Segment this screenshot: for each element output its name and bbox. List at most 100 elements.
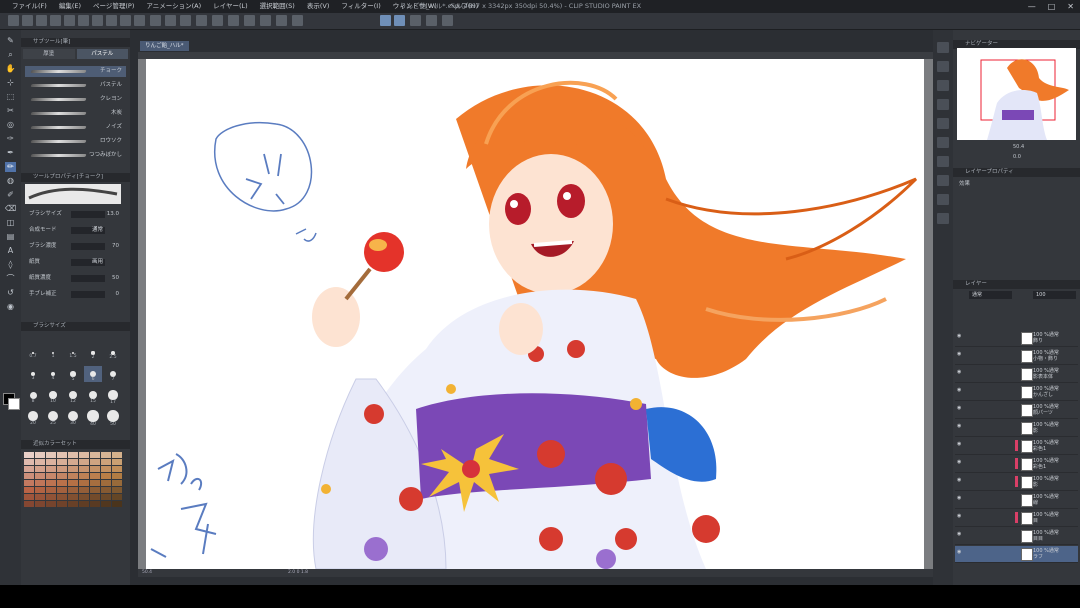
brush-item[interactable]: 木炭 — [25, 108, 126, 119]
tool-icon[interactable]: ◉ — [5, 302, 16, 312]
color-swatch[interactable] — [35, 494, 45, 500]
color-swatch[interactable] — [90, 473, 100, 479]
panel-icon[interactable] — [937, 118, 949, 129]
brush-size-option[interactable]: 17 — [104, 387, 122, 405]
panel-icon[interactable] — [937, 42, 949, 53]
color-swatch[interactable] — [57, 494, 67, 500]
color-swatch[interactable] — [35, 480, 45, 486]
layer-row[interactable]: ◉ 100 %通常 影表本体 — [955, 366, 1078, 383]
command-icon[interactable] — [106, 15, 117, 26]
brush-item[interactable]: つつみぼかし — [25, 150, 126, 161]
color-swatch[interactable] — [101, 494, 111, 500]
maximize-button[interactable]: □ — [1048, 0, 1056, 13]
brush-size-option[interactable]: 2 — [84, 345, 102, 361]
color-swatch[interactable] — [57, 501, 67, 507]
command-icon[interactable] — [165, 15, 176, 26]
command-icon[interactable] — [292, 15, 303, 26]
menu-item-1[interactable]: 編集(E) — [53, 0, 87, 13]
property-value[interactable] — [71, 291, 105, 298]
brush-size-option[interactable]: 1.5 — [64, 345, 82, 361]
color-swatch[interactable] — [57, 480, 67, 486]
tool-icon[interactable]: ⊹ — [5, 78, 16, 88]
brush-item[interactable]: パステル — [25, 80, 126, 91]
color-swatch[interactable] — [79, 466, 89, 472]
property-number[interactable]: 70 — [112, 242, 119, 251]
tool-icon[interactable]: ⌫ — [5, 204, 16, 214]
brush-size-option[interactable]: 40 — [84, 408, 102, 427]
tool-icon[interactable]: A — [5, 246, 16, 256]
command-icon[interactable] — [244, 15, 255, 26]
tool-icon[interactable]: ⌒ — [5, 274, 16, 284]
menu-item-2[interactable]: ページ管理(P) — [87, 0, 140, 13]
eye-icon[interactable]: ◉ — [957, 405, 962, 411]
menu-item-7[interactable]: フィルター(I) — [335, 0, 386, 13]
color-swatch[interactable] — [57, 452, 67, 458]
eye-icon[interactable]: ◉ — [957, 441, 962, 447]
layer-row[interactable]: ◉ 100 %通常 顔パーツ — [955, 402, 1078, 419]
document-tab[interactable]: りんご飴_ハル* — [140, 41, 189, 51]
color-swatch[interactable] — [46, 487, 56, 493]
color-swatch[interactable] — [112, 473, 122, 479]
panel-icon[interactable] — [937, 99, 949, 110]
color-swatch[interactable] — [90, 452, 100, 458]
zoom-readout[interactable]: 50.4 — [142, 569, 152, 577]
color-swatch[interactable] — [57, 466, 67, 472]
color-swatch[interactable] — [68, 452, 78, 458]
color-swatch[interactable] — [46, 459, 56, 465]
brush-size-option[interactable]: 7 — [104, 366, 122, 382]
color-swatch[interactable] — [46, 466, 56, 472]
command-icon[interactable] — [64, 15, 75, 26]
brush-size-option[interactable]: 4 — [44, 366, 62, 382]
command-icon[interactable] — [410, 15, 421, 26]
command-icon[interactable] — [36, 15, 47, 26]
color-swatch[interactable] — [68, 473, 78, 479]
property-value[interactable]: 通常 — [71, 227, 105, 234]
tool-icon[interactable]: ◎ — [5, 120, 16, 130]
color-swatch[interactable] — [24, 480, 34, 486]
color-swatch[interactable] — [35, 501, 45, 507]
color-swatch[interactable] — [57, 473, 67, 479]
layer-row[interactable]: ◉ 100 %通常 影 — [955, 420, 1078, 437]
tab-pastel[interactable]: パステル — [76, 49, 128, 59]
color-swatch[interactable] — [24, 473, 34, 479]
color-swatch[interactable] — [90, 466, 100, 472]
color-swatch[interactable] — [57, 487, 67, 493]
color-swatch[interactable] — [35, 473, 45, 479]
layer-row[interactable]: ◉ 100 %通常 目 — [955, 510, 1078, 527]
brush-size-option[interactable]: 10 — [44, 387, 62, 404]
layer-row[interactable]: ◉ 100 %通常 かんざし — [955, 384, 1078, 401]
tool-icon[interactable]: ✋ — [5, 64, 16, 74]
eye-icon[interactable]: ◉ — [957, 459, 962, 465]
color-swatch[interactable] — [79, 501, 89, 507]
tool-icon[interactable]: ▤ — [5, 232, 16, 242]
brush-item[interactable]: ノイズ — [25, 122, 126, 133]
property-number[interactable]: 0 — [116, 290, 120, 299]
color-swatch[interactable] — [90, 480, 100, 486]
panel-icon[interactable] — [937, 213, 949, 224]
brush-size-option[interactable]: 15 — [84, 387, 102, 404]
color-swatch[interactable] — [79, 494, 89, 500]
layer-row[interactable]: ◉ 100 %通常 小物・飾り — [955, 348, 1078, 365]
command-icon[interactable] — [78, 15, 89, 26]
command-icon[interactable] — [212, 15, 223, 26]
color-swatch[interactable] — [46, 452, 56, 458]
layer-row[interactable]: ◉ 100 %通常 線 — [955, 492, 1078, 509]
color-swatch[interactable] — [35, 466, 45, 472]
color-swatch[interactable] — [46, 501, 56, 507]
canvas-area[interactable] — [138, 59, 933, 569]
menu-item-5[interactable]: 選択範囲(S) — [254, 0, 301, 13]
tool-icon[interactable]: ✏ — [5, 162, 16, 172]
brush-size-option[interactable]: 25 — [44, 408, 62, 426]
brush-item[interactable]: チョーク — [25, 66, 126, 77]
eye-icon[interactable]: ◉ — [957, 333, 962, 339]
command-icon[interactable] — [134, 15, 145, 26]
color-swatch[interactable] — [101, 501, 111, 507]
color-swatch[interactable] — [101, 487, 111, 493]
tool-icon[interactable]: ✒ — [5, 148, 16, 158]
color-swatch[interactable] — [101, 480, 111, 486]
command-icon[interactable] — [426, 15, 437, 26]
brush-item[interactable]: クレヨン — [25, 94, 126, 105]
opacity-field[interactable]: 100 — [1033, 291, 1076, 299]
color-swatch[interactable] — [112, 452, 122, 458]
color-swatch[interactable] — [79, 459, 89, 465]
